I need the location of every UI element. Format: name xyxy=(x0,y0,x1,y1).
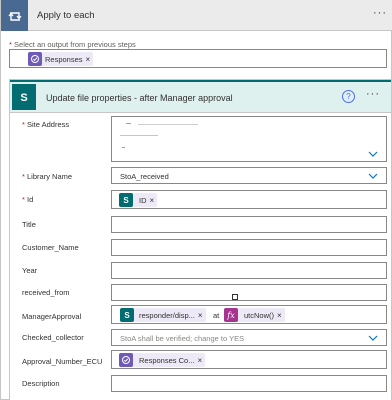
remove-token-icon[interactable]: × xyxy=(198,311,206,320)
card-header[interactable]: S Update file properties - after Manager… xyxy=(10,80,391,113)
at-text: at xyxy=(213,311,220,320)
received-from-label: received_from xyxy=(22,288,70,297)
id-field[interactable]: S ID × xyxy=(111,190,387,209)
forms-icon xyxy=(28,52,42,66)
site-address-label: * Site Address xyxy=(22,120,70,129)
svg-text:S: S xyxy=(20,92,27,104)
card-more-icon[interactable]: ··· xyxy=(366,88,380,100)
responder-token[interactable]: S responder/disp... × xyxy=(120,308,206,322)
manager-approval-field[interactable]: S responder/disp... × at fx utcNow() × xyxy=(111,305,387,324)
svg-text:S: S xyxy=(123,196,129,205)
received-from-field[interactable] xyxy=(111,284,387,301)
library-name-label: * Library Name xyxy=(22,172,73,181)
help-icon[interactable]: ? xyxy=(342,90,355,103)
title-label: Title xyxy=(22,220,36,229)
select-output-field[interactable]: Responses × xyxy=(9,49,387,68)
chevron-down-icon[interactable] xyxy=(368,335,378,341)
update-file-properties-card: S Update file properties - after Manager… xyxy=(9,79,391,400)
card-title: Update file properties - after Manager a… xyxy=(46,93,233,103)
remove-token-icon[interactable]: × xyxy=(150,196,158,205)
responses-count-token[interactable]: Responses Co... × xyxy=(119,353,206,367)
forms-icon xyxy=(119,353,133,367)
library-name-field[interactable]: StoA_received xyxy=(111,167,387,184)
redacted-text xyxy=(126,123,131,124)
chevron-down-icon[interactable] xyxy=(368,151,378,157)
more-horizontal-icon[interactable]: ··· xyxy=(373,7,387,19)
loop-icon xyxy=(1,0,28,31)
remove-token-icon[interactable]: × xyxy=(197,356,205,365)
id-label: * Id xyxy=(22,195,34,204)
year-field[interactable] xyxy=(111,262,387,279)
approval-number-label: Approval_Number_ECU xyxy=(22,357,103,366)
approval-number-field[interactable]: Responses Co... × xyxy=(111,350,387,369)
year-label: Year xyxy=(22,266,38,275)
checked-collector-label: Checked_collector xyxy=(22,333,84,342)
checked-collector-placeholder: StoA shall be verified; change to YES xyxy=(120,334,245,343)
customer-name-label: Customer_Name xyxy=(22,243,79,252)
sharepoint-icon: S xyxy=(119,193,133,207)
select-output-label: * Select an output from previous steps xyxy=(9,40,136,49)
description-field[interactable] xyxy=(111,375,387,392)
redacted-text xyxy=(120,135,158,136)
remove-token-icon[interactable]: × xyxy=(277,311,285,320)
responses-token[interactable]: Responses × xyxy=(28,52,94,66)
svg-text:S: S xyxy=(124,311,130,320)
description-label: Description xyxy=(22,379,60,388)
utcnow-token[interactable]: fx utcNow() × xyxy=(224,308,285,322)
sharepoint-icon: S xyxy=(12,84,36,110)
apply-to-each-title: Apply to each xyxy=(37,10,95,21)
site-address-field[interactable] xyxy=(111,116,387,162)
id-token[interactable]: S ID × xyxy=(119,193,158,207)
redacted-text xyxy=(122,147,125,148)
manager-approval-label: ManagerApproval xyxy=(22,312,82,321)
checked-collector-field[interactable]: StoA shall be verified; change to YES xyxy=(111,329,387,346)
svg-text:fx: fx xyxy=(226,311,235,320)
sharepoint-icon: S xyxy=(120,308,134,322)
apply-to-each-container: Apply to each ··· * Select an output fro… xyxy=(0,0,392,400)
remove-token-icon[interactable]: × xyxy=(86,55,94,64)
title-field[interactable] xyxy=(111,216,387,233)
redacted-text xyxy=(138,124,198,125)
library-name-value: StoA_received xyxy=(120,172,169,181)
customer-name-field[interactable] xyxy=(111,239,387,256)
chevron-down-icon[interactable] xyxy=(368,173,378,179)
apply-to-each-header[interactable]: Apply to each ··· xyxy=(1,0,392,31)
resize-handle[interactable] xyxy=(232,294,238,300)
expression-icon: fx xyxy=(224,308,238,322)
